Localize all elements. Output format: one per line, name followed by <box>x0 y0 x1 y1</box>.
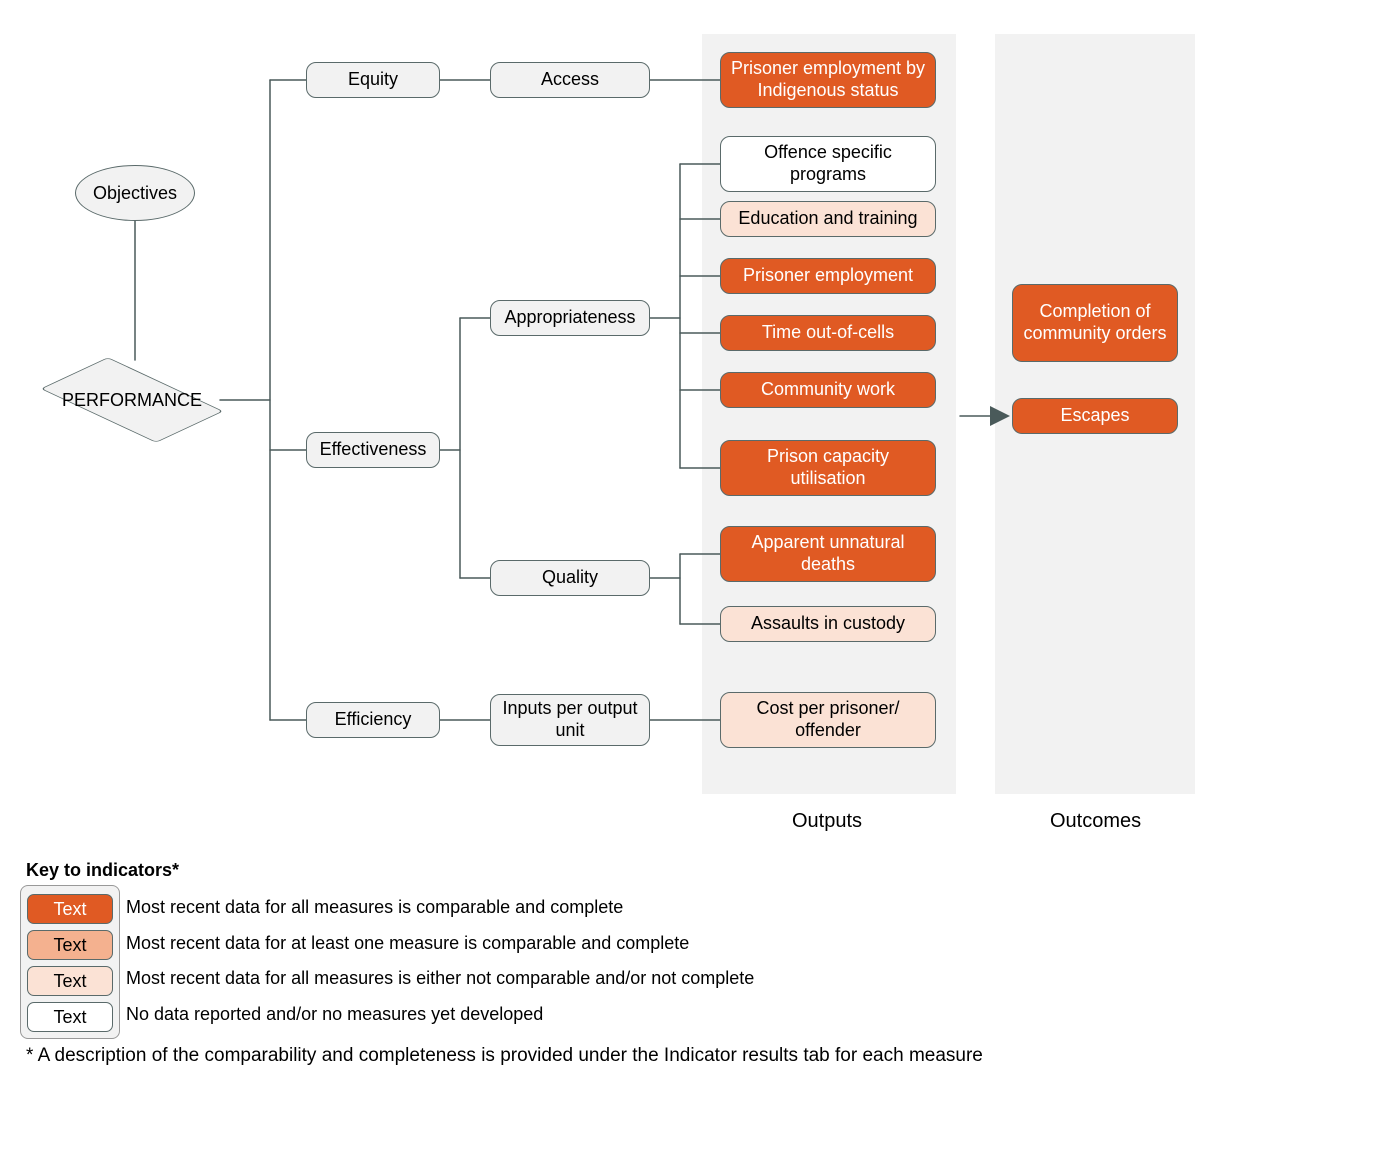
quality-node: Quality <box>490 560 650 596</box>
effectiveness-node: Effectiveness <box>306 432 440 468</box>
legend-desc-partial: Most recent data for at least one measur… <box>126 933 754 955</box>
inputs-node: Inputs per output unit <box>490 694 650 746</box>
unnatural-deaths: Apparent unnatural deaths <box>720 526 936 582</box>
cost-per-prisoner: Cost per prisoner/ offender <box>720 692 936 748</box>
legend-desc-nodata: No data reported and/or no measures yet … <box>126 1004 754 1026</box>
appropriateness-node: Appropriateness <box>490 300 650 336</box>
prisoner-employment-indigenous: Prisoner employment by Indigenous status <box>720 52 936 108</box>
legend-chip-partial: Text <box>27 930 113 960</box>
efficiency-node: Efficiency <box>306 702 440 738</box>
legend-chip-notcomparable: Text <box>27 966 113 996</box>
access-node: Access <box>490 62 650 98</box>
completion-community-orders: Completion of community orders <box>1012 284 1178 362</box>
outputs-label: Outputs <box>792 810 862 833</box>
performance-framework-diagram: Objectives PERFORMANCE Equity Effectiven… <box>20 20 1369 850</box>
objectives-node: Objectives <box>75 165 195 221</box>
objectives-label: Objectives <box>93 183 177 204</box>
legend-desc-full: Most recent data for all measures is com… <box>126 897 754 919</box>
escapes: Escapes <box>1012 398 1178 434</box>
time-out-of-cells: Time out-of-cells <box>720 315 936 351</box>
community-work: Community work <box>720 372 936 408</box>
legend-chip-full: Text <box>27 894 113 924</box>
legend: Key to indicators* Text Text Text Text M… <box>20 860 1369 1067</box>
performance-label: PERFORMANCE <box>62 390 202 411</box>
education-training: Education and training <box>720 201 936 237</box>
prison-capacity: Prison capacity utilisation <box>720 440 936 496</box>
legend-chip-box: Text Text Text Text <box>20 885 120 1039</box>
legend-descriptions: Most recent data for all measures is com… <box>120 885 754 1025</box>
outcomes-label: Outcomes <box>1050 810 1141 833</box>
offence-programs: Offence specific programs <box>720 136 936 192</box>
legend-footnote: * A description of the comparability and… <box>26 1045 1369 1067</box>
equity-node: Equity <box>306 62 440 98</box>
legend-title: Key to indicators* <box>26 860 1369 881</box>
prisoner-employment: Prisoner employment <box>720 258 936 294</box>
legend-desc-notcomparable: Most recent data for all measures is eit… <box>126 968 754 990</box>
performance-node: PERFORMANCE <box>32 360 232 440</box>
legend-chip-nodata: Text <box>27 1002 113 1032</box>
assaults-custody: Assaults in custody <box>720 606 936 642</box>
